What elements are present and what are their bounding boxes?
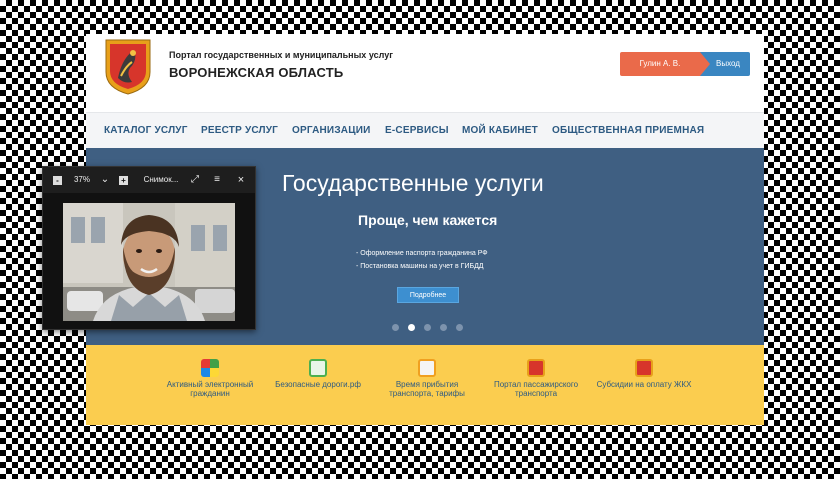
zoom-out-button[interactable]: -	[53, 176, 62, 185]
service-label: Активный электронный гражданин	[166, 380, 254, 398]
active-citizen-icon	[201, 359, 219, 377]
safe-roads-icon	[309, 359, 327, 377]
nav-item-e-services[interactable]: Е-СЕРВИСЫ	[385, 125, 449, 136]
service-safe-roads[interactable]: Безопасные дороги.рф	[268, 359, 368, 389]
zoom-level: 37%	[73, 175, 90, 184]
slide-dot-1[interactable]	[392, 324, 399, 331]
service-label: Субсидии на оплату ЖКХ	[596, 380, 692, 389]
service-active-citizen[interactable]: Активный электронный гражданин	[160, 359, 260, 398]
portal-title[interactable]: ВОРОНЕЖСКАЯ ОБЛАСТЬ	[169, 65, 343, 80]
hero-title: Государственные услуги	[282, 170, 544, 196]
viewer-toolbar: - 37% ⌄ + Снимок... ⤢ ≡ ×	[43, 167, 255, 193]
viewer-title: Снимок...	[143, 175, 179, 184]
coat-of-arms-icon[interactable]	[104, 38, 152, 96]
nav-item-public-reception[interactable]: ОБЩЕСТВЕННАЯ ПРИЕМНАЯ	[552, 125, 704, 136]
services-bar: Активный электронный гражданин Безопасны…	[86, 345, 764, 425]
coat-of-arms-small-icon	[527, 359, 545, 377]
zoom-in-button[interactable]: +	[119, 176, 128, 185]
nav-item-catalog[interactable]: КАТАЛОГ УСЛУГ	[104, 125, 188, 136]
slide-dot-5[interactable]	[456, 324, 463, 331]
menu-icon[interactable]: ≡	[211, 172, 223, 188]
service-label: Время прибытия транспорта, тарифы	[389, 380, 465, 398]
close-icon[interactable]: ×	[235, 172, 247, 188]
hero-subtitle: Проще, чем кажется	[358, 212, 498, 228]
service-passenger-transport[interactable]: Портал пассажирского транспорта	[486, 359, 586, 398]
site-header: Портал государственных и муниципальных у…	[86, 34, 764, 112]
chevron-down-icon[interactable]: ⌄	[99, 172, 111, 188]
service-housing-subsidy[interactable]: Субсидии на оплату ЖКХ	[594, 359, 694, 389]
main-nav: КАТАЛОГ УСЛУГ РЕЕСТР УСЛУГ ОРГАНИЗАЦИИ Е…	[86, 112, 764, 148]
slide-dot-2[interactable]	[408, 324, 415, 331]
slide-dot-4[interactable]	[440, 324, 447, 331]
coat-of-arms-small-icon	[635, 359, 653, 377]
user-profile-button[interactable]: Гулин А. В.	[620, 52, 710, 76]
nav-item-my-cabinet[interactable]: МОЙ КАБИНЕТ	[462, 125, 538, 136]
hero-bullet: - Оформление паспорта гражданина РФ	[356, 250, 488, 257]
nav-item-organizations[interactable]: ОРГАНИЗАЦИИ	[292, 125, 370, 136]
portal-subtitle: Портал государственных и муниципальных у…	[169, 50, 393, 60]
service-label: Безопасные дороги.рф	[275, 380, 361, 389]
hero-bullet: - Постановка машины на учет в ГИБДД	[356, 263, 484, 270]
slide-dot-3[interactable]	[424, 324, 431, 331]
bus-icon	[418, 359, 436, 377]
more-button[interactable]: Подробнее	[397, 287, 459, 303]
service-label: Портал пассажирского транспорта	[493, 380, 579, 398]
viewer-photo	[63, 203, 235, 321]
image-viewer-window[interactable]: - 37% ⌄ + Снимок... ⤢ ≡ ×	[42, 166, 256, 330]
nav-item-registry[interactable]: РЕЕСТР УСЛУГ	[201, 125, 278, 136]
service-transport-arrival[interactable]: Время прибытия транспорта, тарифы	[377, 359, 477, 398]
expand-icon[interactable]: ⤢	[189, 172, 201, 188]
